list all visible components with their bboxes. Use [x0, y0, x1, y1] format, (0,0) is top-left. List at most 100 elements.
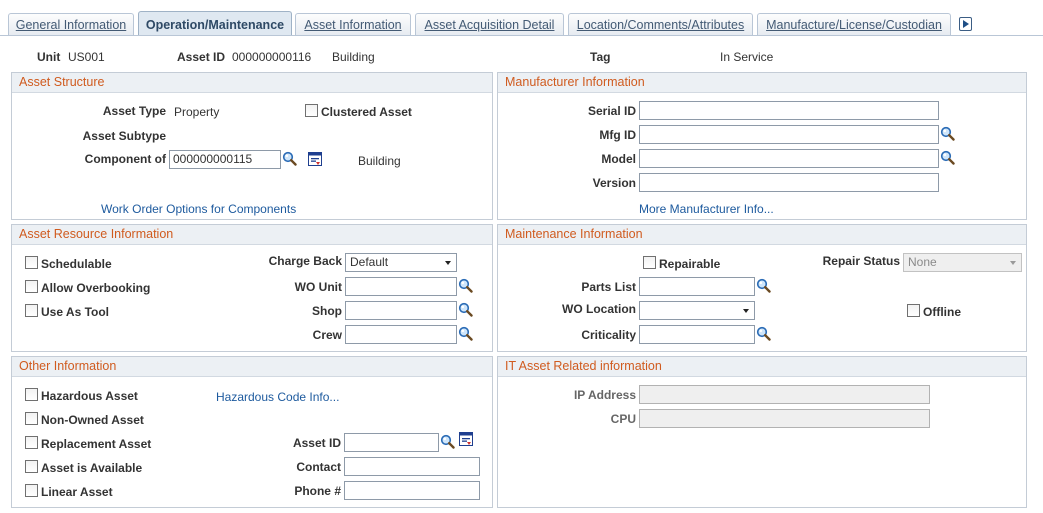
- version-input[interactable]: [639, 173, 939, 192]
- hazardous-asset-label: Hazardous Asset: [41, 389, 138, 403]
- ip-address-input[interactable]: [639, 385, 930, 404]
- crew-label: Crew: [312, 328, 342, 342]
- repair-status-select[interactable]: None: [903, 253, 1022, 272]
- tab-asset-information[interactable]: Asset Information: [295, 13, 411, 35]
- repairable-checkbox[interactable]: [643, 256, 656, 269]
- phone-input[interactable]: [344, 481, 480, 500]
- magnifier-icon[interactable]: [458, 278, 473, 293]
- tab-label: Manufacture/License/Custodian: [766, 18, 942, 32]
- serial-id-input[interactable]: [639, 101, 939, 120]
- magnifier-icon[interactable]: [940, 150, 955, 165]
- repair-status-selected: None: [908, 255, 937, 269]
- version-label: Version: [592, 176, 636, 190]
- clustered-asset-label: Clustered Asset: [321, 105, 412, 119]
- asset-subtype-label: Asset Subtype: [82, 129, 166, 143]
- wo-unit-label: WO Unit: [294, 280, 342, 294]
- charge-back-label: Charge Back: [268, 254, 342, 268]
- model-input[interactable]: [639, 149, 939, 168]
- clustered-asset-checkbox[interactable]: [305, 104, 318, 117]
- section-title: Maintenance Information: [498, 225, 1026, 245]
- asset-id-value: 000000000116: [232, 50, 312, 64]
- tab-location-comments-attributes[interactable]: Location/Comments/Attributes: [568, 13, 753, 35]
- section-title: Manufacturer Information: [498, 73, 1026, 93]
- asset-type-label: Asset Type: [102, 104, 166, 118]
- tab-label: Location/Comments/Attributes: [576, 18, 745, 32]
- wo-location-label: WO Location: [562, 302, 636, 316]
- replacement-asset-id-label: Asset ID: [292, 436, 341, 450]
- repairable-label: Repairable: [659, 257, 721, 271]
- offline-checkbox[interactable]: [907, 304, 920, 317]
- tab-operation-maintenance[interactable]: Operation/Maintenance: [138, 11, 292, 36]
- tab-label: Operation/Maintenance: [145, 18, 285, 32]
- repair-status-label: Repair Status: [822, 254, 900, 268]
- magnifier-icon[interactable]: [940, 126, 955, 141]
- wo-unit-input[interactable]: [345, 277, 457, 296]
- hazardous-code-info-link[interactable]: Hazardous Code Info...: [216, 390, 339, 404]
- magnifier-icon[interactable]: [282, 151, 297, 166]
- tag-label: Tag: [590, 50, 611, 64]
- asset-status: In Service: [720, 50, 774, 64]
- crew-input[interactable]: [345, 325, 457, 344]
- allow-overbooking-checkbox[interactable]: [25, 280, 38, 293]
- parts-list-label: Parts List: [581, 280, 636, 294]
- replacement-asset-label: Replacement Asset: [41, 437, 152, 451]
- tab-label: General Information: [15, 18, 127, 32]
- ip-address-label: IP Address: [573, 388, 636, 402]
- allow-overbooking-label: Allow Overbooking: [41, 281, 151, 295]
- magnifier-icon[interactable]: [458, 302, 473, 317]
- cpu-label: CPU: [610, 412, 636, 426]
- cpu-input[interactable]: [639, 409, 930, 428]
- parts-list-input[interactable]: [639, 277, 755, 296]
- asset-id-label: Asset ID: [177, 50, 226, 64]
- hazardous-asset-checkbox[interactable]: [25, 388, 38, 401]
- schedulable-checkbox[interactable]: [25, 256, 38, 269]
- tab-label: Asset Acquisition Detail: [424, 18, 555, 32]
- mfg-id-input[interactable]: [639, 125, 939, 144]
- related-page-icon[interactable]: [459, 432, 473, 446]
- related-page-icon[interactable]: [308, 152, 322, 166]
- component-of-input[interactable]: 000000000115: [169, 150, 281, 169]
- linear-asset-checkbox[interactable]: [25, 484, 38, 497]
- offline-label: Offline: [923, 305, 961, 319]
- wo-location-select[interactable]: [639, 301, 755, 320]
- more-manufacturer-info-link[interactable]: More Manufacturer Info...: [639, 202, 774, 216]
- criticality-label: Criticality: [581, 328, 636, 342]
- magnifier-icon[interactable]: [756, 278, 771, 293]
- section-title: Asset Resource Information: [12, 225, 492, 245]
- shop-input[interactable]: [345, 301, 457, 320]
- non-owned-asset-checkbox[interactable]: [25, 412, 38, 425]
- chevron-down-icon: [743, 309, 749, 313]
- chevron-down-icon: [445, 261, 451, 265]
- next-tab-arrow-icon[interactable]: [959, 17, 972, 31]
- replacement-asset-id-input[interactable]: [344, 433, 439, 452]
- tab-label: Asset Information: [304, 18, 402, 32]
- contact-label: Contact: [296, 460, 341, 474]
- tab-asset-acquisition-detail[interactable]: Asset Acquisition Detail: [415, 13, 564, 35]
- tab-general-information[interactable]: General Information: [8, 13, 134, 35]
- asset-structure-section: Asset Structure: [11, 72, 493, 220]
- use-as-tool-checkbox[interactable]: [25, 304, 38, 317]
- magnifier-icon[interactable]: [440, 434, 455, 449]
- asset-is-available-checkbox[interactable]: [25, 460, 38, 473]
- linear-asset-label: Linear Asset: [41, 485, 113, 499]
- work-order-options-link[interactable]: Work Order Options for Components: [101, 202, 296, 216]
- non-owned-asset-label: Non-Owned Asset: [41, 413, 144, 427]
- unit-label: Unit: [37, 50, 61, 64]
- phone-label: Phone #: [294, 484, 341, 498]
- tab-bar: General Information Operation/Maintenanc…: [0, 0, 1043, 36]
- component-of-label: Component of: [84, 152, 166, 166]
- charge-back-select[interactable]: Default: [345, 253, 457, 272]
- contact-input[interactable]: [344, 457, 480, 476]
- criticality-input[interactable]: [639, 325, 755, 344]
- tab-manufacture-license-custodian[interactable]: Manufacture/License/Custodian: [757, 13, 951, 35]
- unit-value: US001: [68, 50, 105, 64]
- section-title: Asset Structure: [12, 73, 492, 93]
- replacement-asset-checkbox[interactable]: [25, 436, 38, 449]
- asset-description: Building: [332, 50, 375, 64]
- serial-id-label: Serial ID: [587, 104, 636, 118]
- magnifier-icon[interactable]: [756, 326, 771, 341]
- it-asset-section: IT Asset Related information: [497, 356, 1027, 508]
- magnifier-icon[interactable]: [458, 326, 473, 341]
- chevron-down-icon: [1010, 261, 1016, 265]
- section-title: Other Information: [12, 357, 492, 377]
